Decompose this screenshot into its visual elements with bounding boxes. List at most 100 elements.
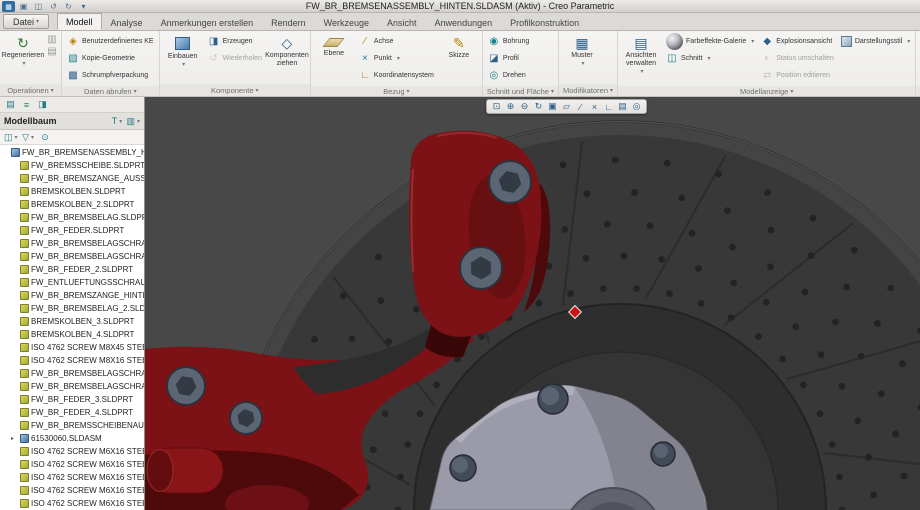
3d-canvas[interactable] [145,97,920,510]
paste-icon[interactable]: ▤ [46,45,58,57]
undo-icon[interactable]: ↺ [47,1,60,12]
tree-item[interactable]: FW_BR_BREMSZANGE_HINTEN [0,289,144,302]
creo-logo[interactable]: ▦ [2,1,15,12]
tree-item[interactable]: FW_BR_BREMSBELAG_2.SLDPRT [0,302,144,315]
tab-anwendungen[interactable]: Anwendungen [426,15,502,30]
datum-plane-display-icon[interactable]: ▱ [560,100,573,113]
axis-button[interactable]: ∕ Achse [357,33,436,50]
datum-axis-display-icon[interactable]: ∕ [574,100,587,113]
sketch-button[interactable]: ✎ Skizze [439,33,479,60]
tree-item[interactable]: ISO 4762 SCREW M8X45 STEEL [0,341,144,354]
exploded-view-button[interactable]: ◆ Explosionsansicht [759,33,836,50]
tree-item[interactable]: ISO 4762 SCREW M6X16 STEEL [0,445,144,458]
repeat-button[interactable]: ↺ Wiederholen [206,50,264,67]
tree-item[interactable]: FW_BR_BREMSBELAG.SLDPRT [0,211,144,224]
display-style-button[interactable]: Darstellungsstil [839,33,912,50]
assemble-button[interactable]: Einbauen [163,33,203,69]
tree-item[interactable]: ▸61530060.SLDASM [0,432,144,445]
tab-rendern[interactable]: Rendern [262,15,315,30]
tree-item[interactable]: BREMSKOLBEN_2.SLDPRT [0,198,144,211]
appearance-gallery-button[interactable]: Farbeffekte-Galerie [664,33,756,50]
file-menu-button[interactable]: Datei [3,14,49,29]
layer-tree-icon[interactable]: ≡ [20,99,33,111]
group-label-schnitt-und-flaeche[interactable]: Schnitt und Fläche [483,86,558,96]
redo-icon[interactable]: ↻ [62,1,75,12]
udf-button[interactable]: ◈ Benutzerdefiniertes KE [65,33,156,50]
tree-item[interactable]: ISO 4762 SCREW M6X16 STEEL [0,458,144,471]
drag-components-button[interactable]: ◇ Komponenten ziehen [267,33,307,68]
detach-panel-icon[interactable]: ◨ [36,99,49,111]
refit-icon[interactable]: ⊡ [490,100,503,113]
tree-item[interactable]: FW_BREMSSCHEIBE.SLDPRT [0,159,144,172]
tree-item[interactable]: FW_BR_BREMSBELAGSCHRAUB [0,367,144,380]
display-style-icon[interactable]: ▣ [546,100,559,113]
point-button[interactable]: × Punkt [357,50,436,67]
zoom-in-icon[interactable]: ⊕ [504,100,517,113]
plane-button[interactable]: Ebene [314,33,354,58]
tree-item[interactable]: FW_BR_BREMSZANGE_AUSSEN.S [0,172,144,185]
tab-werkzeuge[interactable]: Werkzeuge [315,15,378,30]
tree-item[interactable]: FW_BR_BREMSBELAGSCHRAUB [0,250,144,263]
edit-position-button[interactable]: ⇄ Position editieren [759,67,836,84]
shrinkwrap-button[interactable]: ▩ Schrumpfverpackung [65,67,156,84]
tree-item[interactable]: BREMSKOLBEN_3.SLDPRT [0,315,144,328]
tree-item[interactable]: FW_BR_BREMSBELAGSCHRAUB [0,237,144,250]
hole-button[interactable]: ◉ Bohrung [486,33,531,50]
tree-item[interactable]: ISO 4762 SCREW M6X16 STEEL [0,497,144,510]
group-label-modellanzeige[interactable]: Modellanzeige [618,86,915,96]
group-label-bezug[interactable]: Bezug [311,86,482,96]
group-label-modifikatoren[interactable]: Modifikatoren [559,84,617,96]
repaint-icon[interactable]: ↻ [532,100,545,113]
search-tree-icon[interactable]: ⊙ [39,131,52,143]
group-label-modellabsicht[interactable]: Modellabsicht [916,86,920,96]
window-menu-icon[interactable]: ▾ [77,1,90,12]
tree-settings-icon[interactable]: T [110,115,123,127]
tree-item[interactable]: FW_BR_FEDER.SLDPRT [0,224,144,237]
tree-item[interactable]: ISO 4762 SCREW M8X16 STEEL [0,354,144,367]
tree-item[interactable]: BREMSKOLBEN.SLDPRT [0,185,144,198]
datum-point-display-icon[interactable]: × [588,100,601,113]
tree-columns-icon[interactable]: ▥ [126,115,140,127]
tree-item[interactable]: FW_BR_FEDER_3.SLDPRT [0,393,144,406]
toggle-status-button[interactable]: ◐ Status umschalten [759,50,836,67]
ribbon-group-schnitt-und-flaeche: ◉ Bohrung ◪ Profil ◎ Drehen Schnitt und … [483,31,559,96]
copy-icon[interactable]: ▥ [46,33,58,45]
group-label-daten-abrufen[interactable]: Daten abrufen [62,86,159,96]
group-label-komponente[interactable]: Komponente [160,84,310,96]
regenerate-button[interactable]: ↻ Regenerieren [3,33,43,68]
tree-item[interactable]: FW_BR_BREMSENASSEMBLY_HINTE [0,146,144,159]
tree-item[interactable]: FW_BR_BREMSSCHEIBENAUFNA [0,419,144,432]
profile-button[interactable]: ◪ Profil [486,50,531,67]
copy-geometry-button[interactable]: ▧ Kopie-Geometrie [65,50,156,67]
tab-modell[interactable]: Modell [57,13,102,30]
tree-item[interactable]: FW_BR_FEDER_2.SLDPRT [0,263,144,276]
model-tree-tab-icon[interactable]: ▤ [4,99,17,111]
save-icon[interactable]: ◫ [32,1,45,12]
pattern-button[interactable]: ▦ Muster [562,33,602,68]
expander-icon[interactable]: ▸ [11,435,18,442]
tab-profilkonstruktion[interactable]: Profilkonstruktion [501,15,588,30]
csys-button[interactable]: ∟ Koordinatensystem [357,67,436,84]
manage-views-button[interactable]: ▤ Ansichten verwalten [621,33,661,75]
show-items-icon[interactable]: ◫ [4,131,18,143]
tab-analyse[interactable]: Analyse [102,15,152,30]
zoom-out-icon[interactable]: ⊖ [518,100,531,113]
create-component-button[interactable]: ◨ Erzeugen [206,33,264,50]
open-icon[interactable]: ▣ [17,1,30,12]
spin-center-icon[interactable]: ◎ [630,100,643,113]
tab-ansicht[interactable]: Ansicht [378,15,426,30]
tree-item[interactable]: ISO 4762 SCREW M6X16 STEEL [0,484,144,497]
revolve-button[interactable]: ◎ Drehen [486,67,531,84]
annotation-display-icon[interactable]: ▤ [616,100,629,113]
tree-item[interactable]: BREMSKOLBEN_4.SLDPRT [0,328,144,341]
csys-display-icon[interactable]: ∟ [602,100,615,113]
tree-item[interactable]: FW_ENTLUEFTUNGSSCHRAUBE_ [0,276,144,289]
tree-item[interactable]: FW_BR_BREMSBELAGSCHRAUB [0,380,144,393]
group-label-operationen[interactable]: Operationen [0,84,61,96]
tree-item[interactable]: FW_BR_FEDER_4.SLDPRT [0,406,144,419]
tab-anmerkungen-erstellen[interactable]: Anmerkungen erstellen [152,15,263,30]
section-button[interactable]: ◫ Schnitt [664,50,756,67]
filter-icon[interactable]: ▽ [22,131,35,143]
tree-item-label: FW_ENTLUEFTUNGSSCHRAUBE_ [31,278,144,287]
tree-item[interactable]: ISO 4762 SCREW M6X16 STEEL [0,471,144,484]
